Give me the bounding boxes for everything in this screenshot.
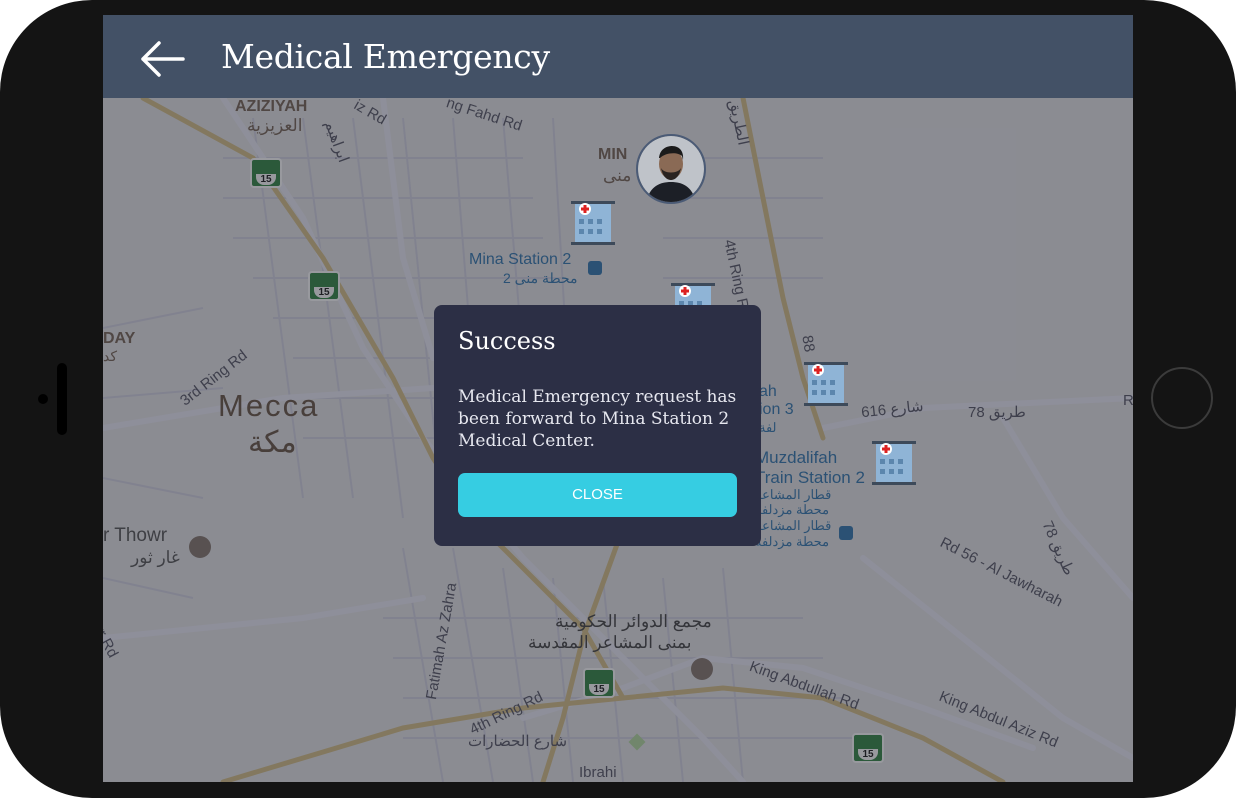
screen: AZIZIYAH العزيزية MIN منى Mecca مكة Mina… bbox=[103, 15, 1133, 782]
close-button[interactable]: CLOSE bbox=[458, 473, 737, 517]
hospital-icon[interactable] bbox=[569, 199, 617, 247]
device-frame: AZIZIYAH العزيزية MIN منى Mecca مكة Mina… bbox=[0, 0, 1236, 798]
user-avatar-marker[interactable] bbox=[636, 134, 706, 204]
hospital-icon[interactable] bbox=[870, 439, 918, 487]
page-title: Medical Emergency bbox=[221, 37, 550, 76]
dialog-message: Medical Emergency request has been forwa… bbox=[458, 387, 737, 451]
arrow-left-icon bbox=[141, 41, 185, 77]
hospital-icon[interactable] bbox=[802, 360, 850, 408]
dialog-title: Success bbox=[458, 327, 556, 355]
back-button[interactable] bbox=[139, 39, 187, 79]
side-button bbox=[57, 363, 67, 435]
avatar bbox=[638, 136, 704, 202]
app-bar: Medical Emergency bbox=[103, 15, 1133, 98]
camera-dot bbox=[38, 394, 48, 404]
home-button[interactable] bbox=[1151, 367, 1213, 429]
success-dialog: Success Medical Emergency request has be… bbox=[434, 305, 761, 546]
